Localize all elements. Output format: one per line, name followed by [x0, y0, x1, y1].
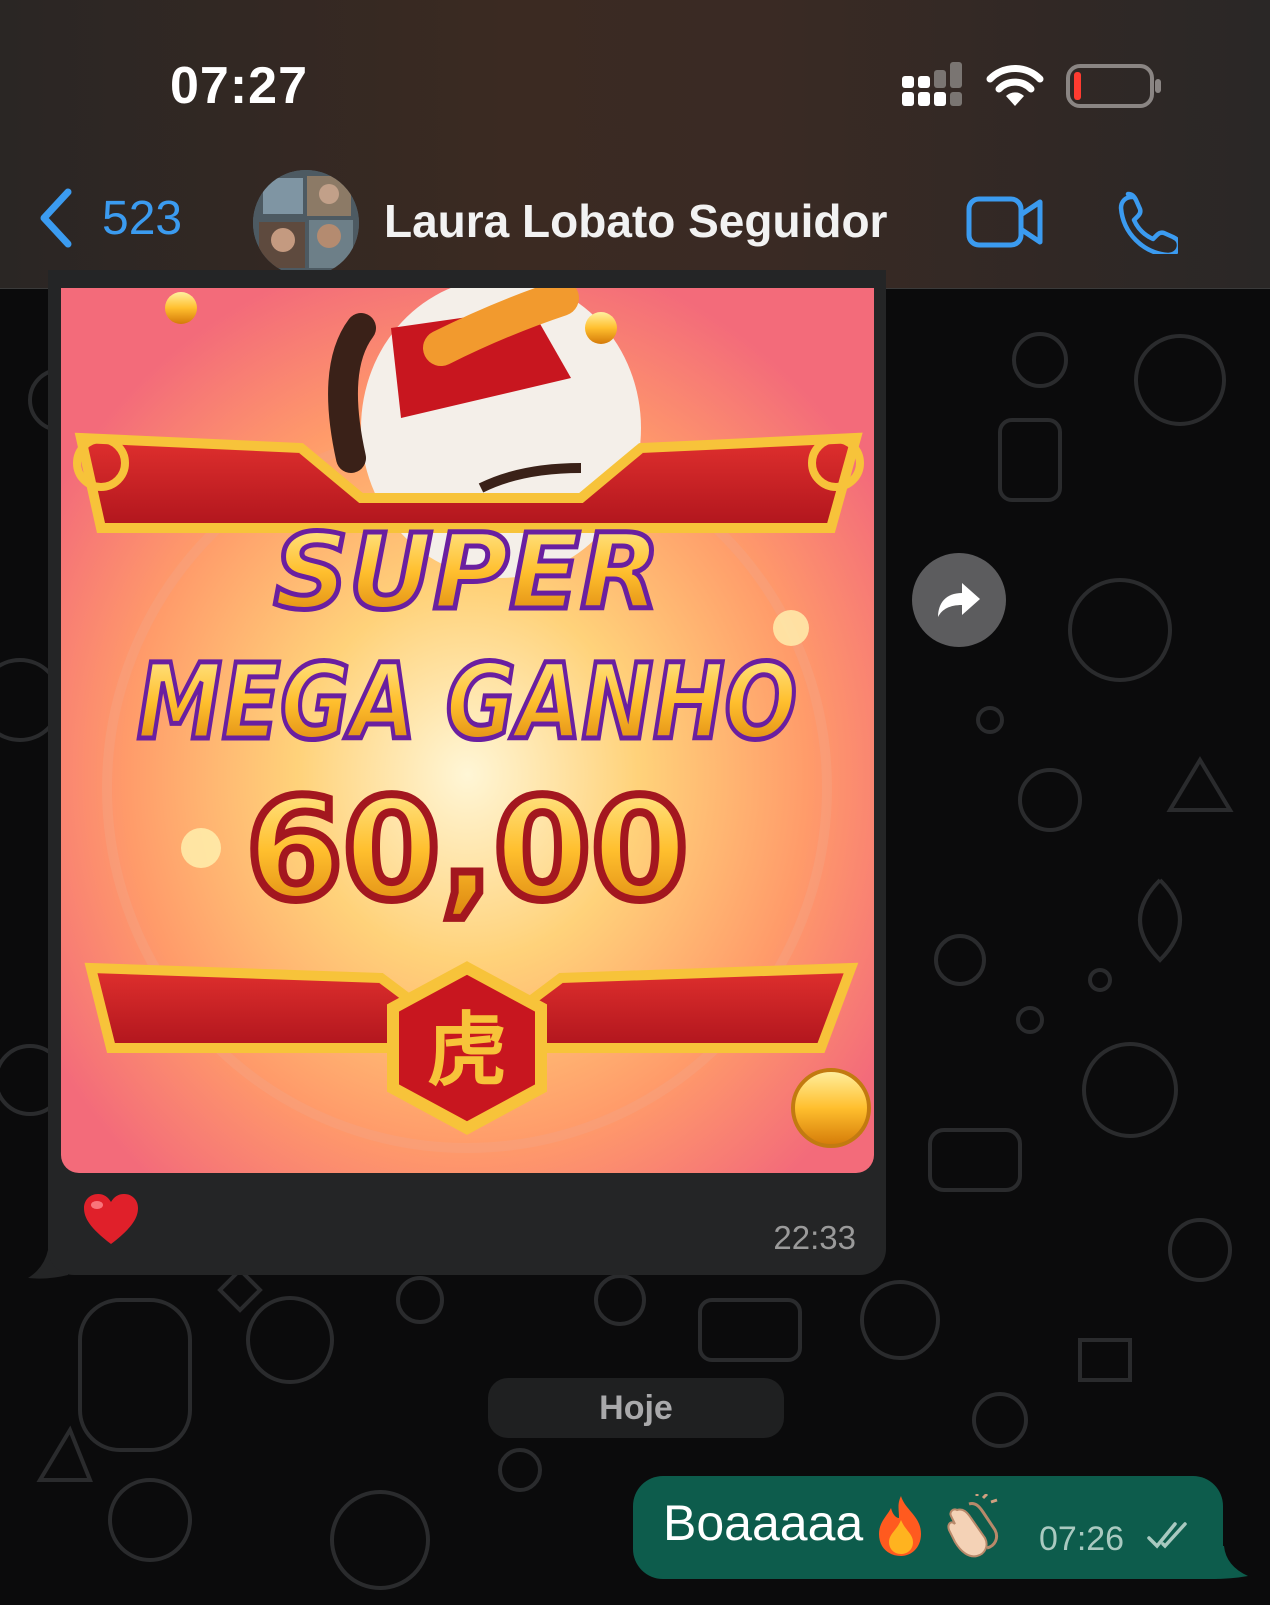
forward-arrow-icon [938, 583, 980, 617]
fire-emoji-icon [879, 1496, 921, 1556]
image-text-amount: 60,00 [246, 769, 689, 932]
message-text: Boaaaaa [663, 1495, 864, 1551]
contact-avatar[interactable] [253, 170, 359, 276]
date-separator: Hoje [488, 1378, 784, 1438]
battery-low-icon [1066, 64, 1161, 108]
video-call-icon[interactable] [966, 196, 1044, 248]
sent-message[interactable]: Boaaaaa 07:26 [633, 1476, 1223, 1579]
image-emblem: 虎 [427, 1004, 507, 1097]
game-win-image[interactable]: SUPER MEGA GANHO 60,00 虎 [61, 288, 874, 1173]
message-time: 07:26 [1039, 1520, 1125, 1558]
chat-header: 07:27 523 Laura Lobato Seguidor [0, 0, 1270, 289]
received-image-message[interactable]: SUPER MEGA GANHO 60,00 虎 22:33 [48, 270, 886, 1275]
message-time: 22:33 [773, 1219, 856, 1256]
image-text-super: SUPER [274, 511, 661, 633]
unread-count: 523 [102, 191, 183, 245]
clapping-hands-icon [947, 1494, 999, 1558]
chevron-left-icon [40, 188, 72, 248]
read-receipt-icon [1147, 1522, 1187, 1549]
contact-name[interactable]: Laura Lobato Seguidor [384, 194, 887, 248]
back-button[interactable]: 523 [38, 188, 182, 248]
heart-reaction-icon[interactable] [82, 1192, 140, 1246]
cellular-signal-icon [902, 62, 962, 106]
status-time: 07:27 [170, 57, 308, 115]
image-text-mega-ganho: MEGA GANHO [137, 641, 797, 763]
phone-icon[interactable] [1114, 190, 1178, 254]
forward-button[interactable] [912, 553, 1006, 647]
wifi-icon [986, 65, 1044, 106]
